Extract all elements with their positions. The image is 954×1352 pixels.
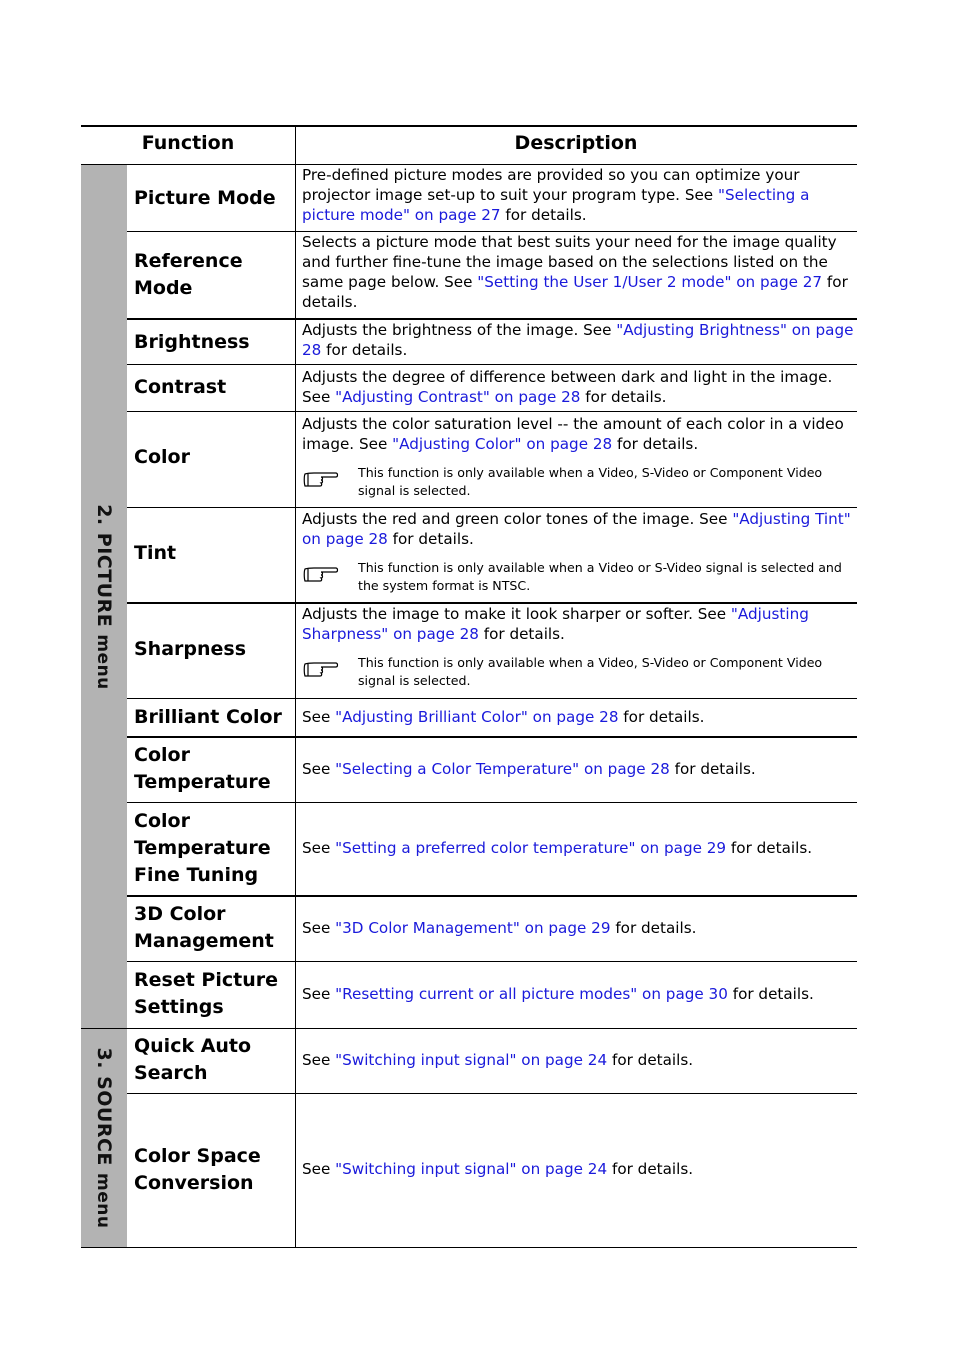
function-name: Reference Mode <box>134 250 243 299</box>
header-function: Function <box>141 132 235 154</box>
description-text: for details. <box>321 341 408 359</box>
description-text: for details. <box>478 625 565 643</box>
description-text: for details. <box>612 435 699 453</box>
cross-reference-link[interactable]: "Switching input signal" on page 24 <box>335 1051 607 1069</box>
description-text: See <box>302 1160 336 1178</box>
description-text: for details. <box>607 1160 694 1178</box>
note-text: This function is only available when a V… <box>358 560 842 593</box>
description: See "Resetting current or all picture mo… <box>302 962 854 1026</box>
function-name: Tint <box>134 541 177 564</box>
section-picture-label-sub: menu <box>93 633 113 690</box>
description: Selects a picture mode that best suits y… <box>302 230 854 318</box>
pointing-hand-icon <box>302 464 358 495</box>
pointing-hand-icon <box>302 654 358 685</box>
function-name: Contrast <box>134 375 227 398</box>
description: Pre-defined picture modes are provided s… <box>302 163 854 231</box>
cross-reference-link[interactable]: "Setting a preferred color temperature" … <box>335 839 726 857</box>
section-picture-label-main: 2. PICTURE <box>93 503 115 627</box>
function-name: Sharpness <box>134 637 247 660</box>
description-text: for details. <box>726 839 813 857</box>
description: Adjusts the brightness of the image. See… <box>302 318 854 366</box>
note-text: This function is only available when a V… <box>358 465 823 498</box>
section-picture-menu: 2. PICTURE menu <box>81 165 127 1028</box>
note: This function is only available when a V… <box>302 464 854 500</box>
function-name: Color Temperature <box>134 744 271 793</box>
note: This function is only available when a V… <box>302 559 854 595</box>
description-text: for details. <box>669 760 756 778</box>
function-name: Brilliant Color <box>134 705 282 728</box>
function-name: Color Space Conversion <box>134 1145 261 1194</box>
description-text: See <box>302 985 336 1003</box>
description: See "Switching input signal" on page 24 … <box>302 1094 854 1244</box>
cross-reference-link[interactable]: "Adjusting Contrast" on page 28 <box>335 388 580 406</box>
section-source-label-main: 3. SOURCE <box>93 1047 115 1166</box>
column-divider <box>295 126 296 1248</box>
cross-reference-link[interactable]: "3D Color Management" on page 29 <box>335 919 610 937</box>
description-text: for details. <box>618 708 705 726</box>
function-name: Picture Mode <box>134 186 276 209</box>
cross-reference-link[interactable]: "Adjusting Color" on page 28 <box>392 435 612 453</box>
cross-reference-link[interactable]: "Selecting a Color Temperature" on page … <box>335 760 670 778</box>
pointing-hand-icon <box>302 559 358 590</box>
description-text: for details. <box>580 388 667 406</box>
function-name: 3D Color Management <box>134 903 274 952</box>
description: See "Adjusting Brilliant Color" on page … <box>302 699 854 735</box>
section-source-label-sub: menu <box>93 1173 113 1229</box>
cross-reference-link[interactable]: "Switching input signal" on page 24 <box>335 1160 607 1178</box>
section-picture-label: 2. PICTURE menu <box>93 504 115 690</box>
description-text: for details. <box>387 530 474 548</box>
description: See "3D Color Management" on page 29 for… <box>302 897 854 959</box>
note-text: This function is only available when a V… <box>358 655 823 688</box>
description: See "Selecting a Color Temperature" on p… <box>302 738 854 800</box>
description: See "Switching input signal" on page 24 … <box>302 1029 854 1091</box>
section-source-menu: 3. SOURCE menu <box>81 1028 127 1248</box>
description-text: Adjusts the brightness of the image. See <box>302 321 617 339</box>
function-name: Color <box>134 445 190 468</box>
function-name: Reset Picture Settings <box>134 969 278 1018</box>
table-bottom-rule <box>81 1247 857 1248</box>
description-text: See <box>302 760 336 778</box>
note: This function is only available when a V… <box>302 654 854 690</box>
description: Adjusts the image to make it look sharpe… <box>302 602 854 698</box>
description: Adjusts the degree of difference between… <box>302 365 854 413</box>
header-description: Description <box>514 132 638 154</box>
description-text: See <box>302 708 336 726</box>
cross-reference-link[interactable]: "Setting the User 1/User 2 mode" on page… <box>477 273 822 291</box>
description-text: See <box>302 1051 336 1069</box>
description-text: Adjusts the red and green color tones of… <box>302 510 733 528</box>
description: Adjusts the red and green color tones of… <box>302 507 854 603</box>
description-text: See <box>302 919 336 937</box>
cross-reference-link[interactable]: "Resetting current or all picture modes"… <box>335 985 728 1003</box>
function-name: Quick Auto Search <box>134 1035 252 1084</box>
description-text: for details. <box>610 919 697 937</box>
cross-reference-link[interactable]: "Adjusting Brilliant Color" on page 28 <box>335 708 618 726</box>
description-text: See <box>302 839 336 857</box>
description-text: for details. <box>727 985 814 1003</box>
section-source-label: 3. SOURCE menu <box>93 1048 115 1229</box>
description: See "Setting a preferred color temperatu… <box>302 803 854 893</box>
table-top-rule <box>81 125 857 127</box>
description-text: for details. <box>607 1051 694 1069</box>
function-name: Brightness <box>134 330 250 353</box>
function-name: Color Temperature Fine Tuning <box>134 809 271 886</box>
description-text: for details. <box>500 206 587 224</box>
description: Adjusts the color saturation level -- th… <box>302 412 854 508</box>
description-text: Adjusts the image to make it look sharpe… <box>302 605 731 623</box>
